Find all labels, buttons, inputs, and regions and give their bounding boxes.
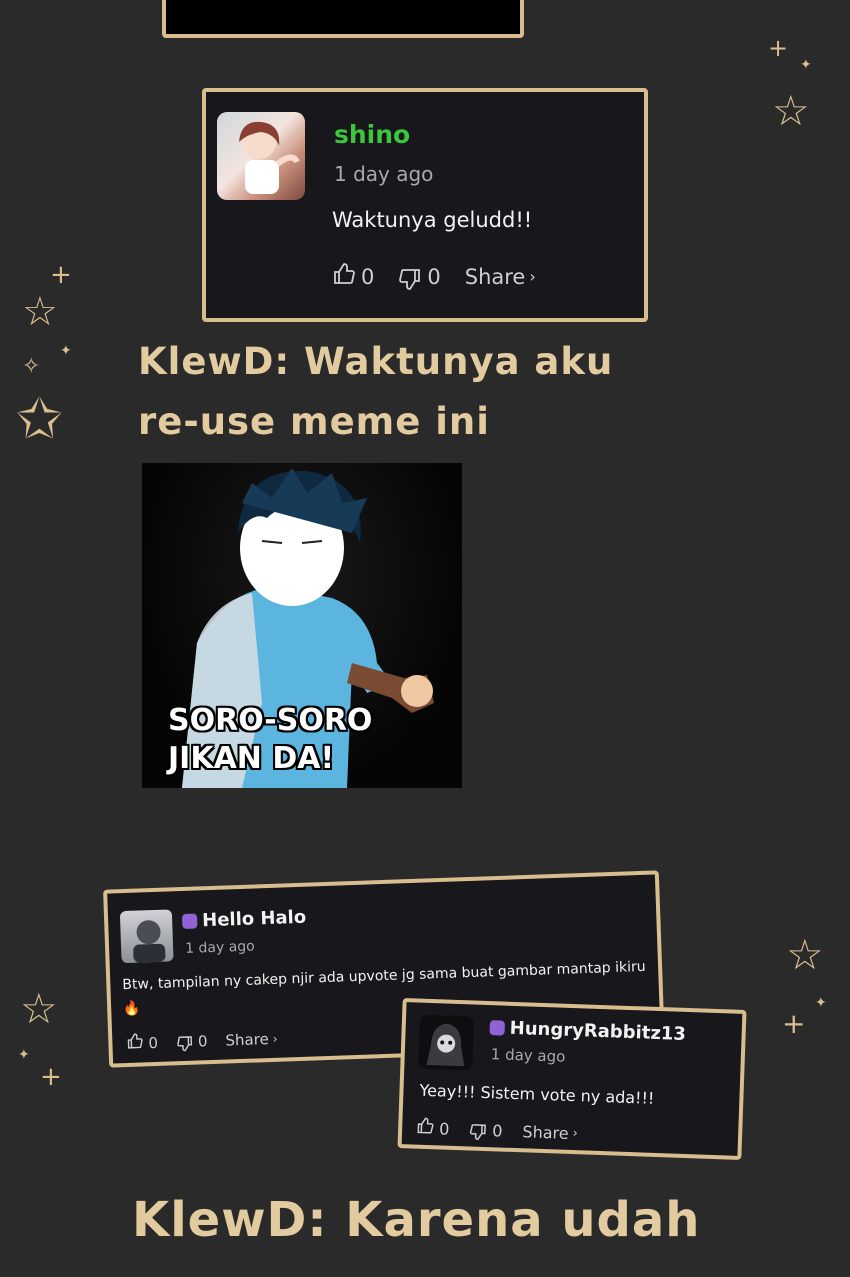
avatar[interactable] (119, 909, 174, 964)
star-outline-icon: ☆ (20, 984, 58, 1033)
meme-image: SORO-SORO JIKAN DA! (142, 463, 462, 788)
chevron-right-icon: › (272, 1031, 278, 1046)
star-outline-icon: ✩ (16, 387, 63, 452)
small-sparkle-icon: ✦ (18, 1047, 30, 1063)
downvote-button[interactable]: 0 (398, 262, 441, 291)
comment-text: Yeay!!! Sistem vote ny ada!!! (419, 1080, 655, 1108)
comment-actions: 0 0 Share › (332, 262, 536, 291)
avatar-person-icon (133, 920, 166, 963)
comment-text: Waktunya geludd!! (332, 208, 533, 232)
upvote-button[interactable]: 0 (126, 1032, 158, 1054)
timestamp: 1 day ago (334, 162, 434, 186)
upvote-count: 0 (148, 1033, 159, 1052)
plus-sparkle-icon: + (50, 260, 72, 290)
plus-sparkle-icon: + (768, 34, 789, 62)
thumbs-down-icon (469, 1118, 488, 1141)
comment-actions: 0 0 Share › (126, 1028, 278, 1054)
username-label: HungryRabbitz13 (509, 1017, 687, 1045)
shield-badge-icon (489, 1020, 505, 1036)
upvote-count: 0 (438, 1118, 450, 1139)
username[interactable]: HungryRabbitz13 (489, 1017, 686, 1045)
comment-text-content: Btw, tampilan ny cakep njir ada upvote j… (122, 958, 646, 994)
share-label: Share (522, 1121, 569, 1143)
shield-badge-icon (181, 913, 198, 930)
small-sparkle-icon: ✦ (60, 343, 72, 359)
username[interactable]: shino (334, 120, 410, 149)
downvote-button[interactable]: 0 (176, 1030, 208, 1052)
share-label: Share (225, 1029, 270, 1050)
username[interactable]: Hello Halo (181, 906, 307, 932)
caption-line-2: re-use meme ini (138, 400, 490, 443)
thumbs-down-icon (176, 1031, 194, 1053)
downvote-count: 0 (427, 264, 441, 289)
chevron-right-icon: › (572, 1125, 579, 1141)
upvote-count: 0 (361, 264, 375, 289)
thumbs-up-icon (126, 1032, 144, 1054)
meme-character-illustration (182, 468, 434, 788)
top-cropped-panel (162, 0, 524, 38)
star-outline-icon: ☆ (786, 930, 824, 979)
star-outline-icon: ☆ (772, 86, 810, 135)
share-button[interactable]: Share › (225, 1029, 278, 1050)
avatar-girl-icon (239, 121, 300, 194)
meme-text-line-2: JIKAN DA! (168, 741, 335, 776)
avatar-reaper-icon (426, 1023, 465, 1067)
plus-sparkle-icon: + (782, 1007, 806, 1040)
small-sparkle-icon: ✦ (800, 57, 812, 73)
chevron-right-icon: › (529, 267, 536, 286)
thumbs-down-icon (398, 262, 422, 291)
downvote-count: 0 (197, 1031, 208, 1051)
share-label: Share (464, 264, 526, 289)
downvote-button[interactable]: 0 (469, 1118, 503, 1141)
upvote-button[interactable]: 0 (332, 262, 374, 291)
comment-card-shino: shino 1 day ago Waktunya geludd!! 0 0 Sh… (202, 88, 648, 322)
share-button[interactable]: Share › (465, 265, 536, 289)
plus-sparkle-icon: + (40, 1062, 62, 1092)
avatar[interactable] (217, 112, 305, 200)
caption-line-1: KlewD: Waktunya aku (138, 340, 614, 383)
avatar[interactable] (418, 1014, 475, 1071)
caption-bottom: KlewD: Karena udah (132, 1192, 701, 1248)
small-sparkle-icon: ✦ (815, 995, 827, 1011)
downvote-count: 0 (492, 1120, 503, 1141)
username-label: Hello Halo (201, 906, 307, 932)
fire-emoji: 🔥 (122, 1000, 141, 1018)
thumbs-up-icon (332, 262, 356, 291)
meme-text-line-1: SORO-SORO (168, 703, 373, 738)
share-button[interactable]: Share › (522, 1122, 578, 1143)
comment-actions: 0 0 Share › (416, 1117, 578, 1145)
star-outline-icon: ☆ (22, 289, 58, 335)
timestamp: 1 day ago (184, 938, 256, 957)
upvote-button[interactable]: 0 (416, 1117, 450, 1140)
thumbs-up-icon (416, 1117, 435, 1140)
small-sparkle-icon: ✧ (22, 354, 41, 379)
comment-card-hungryrabbitz13: HungryRabbitz13 1 day ago Yeay!!! Sistem… (397, 998, 747, 1160)
timestamp: 1 day ago (490, 1045, 566, 1066)
